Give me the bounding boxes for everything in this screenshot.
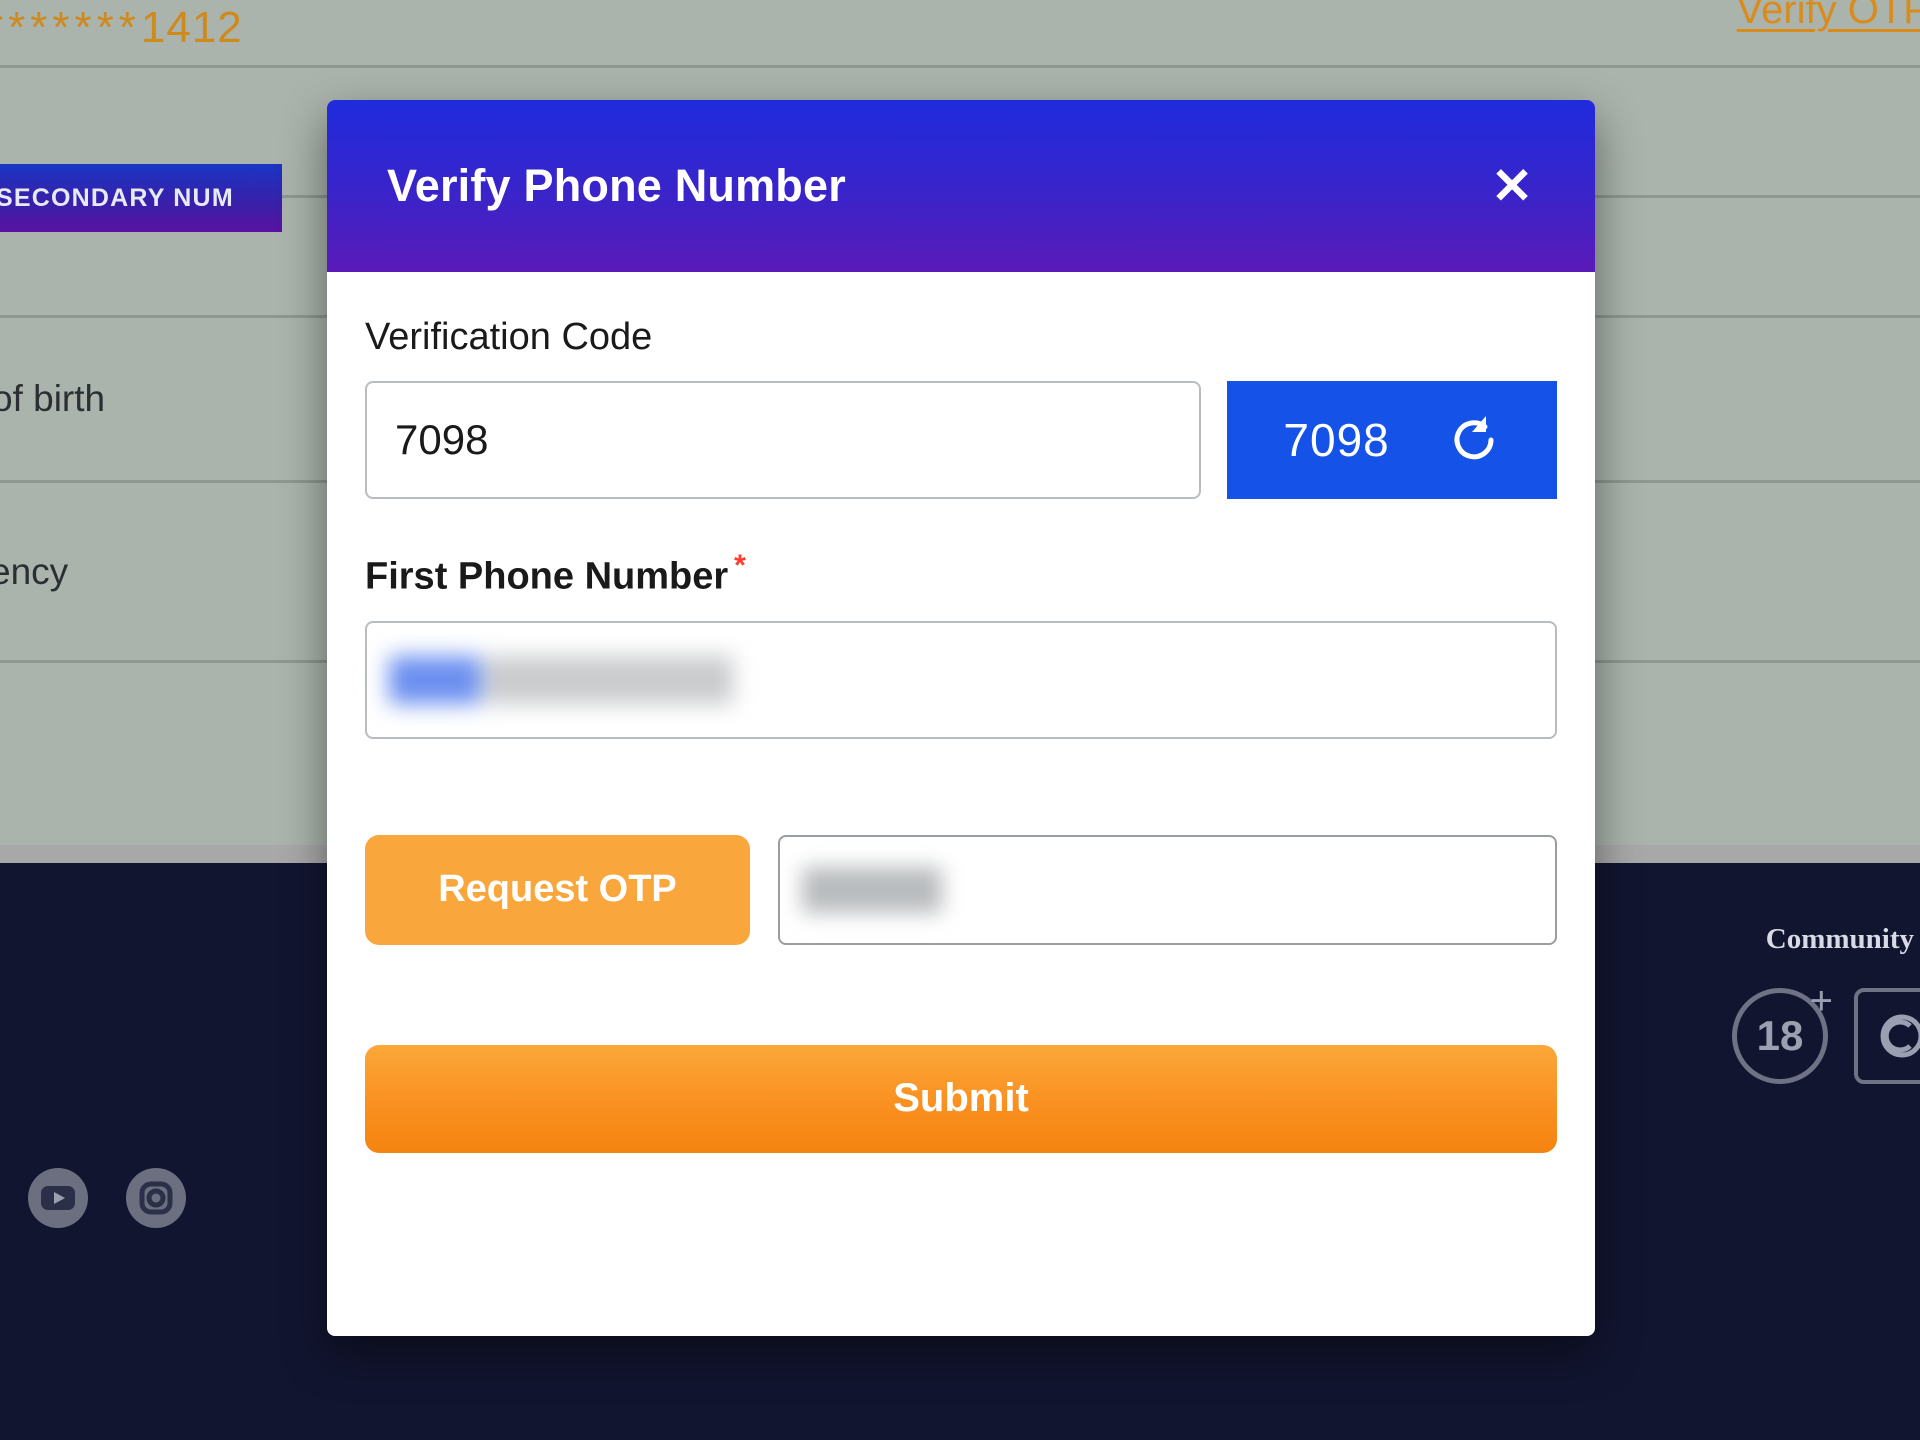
- verify-phone-number-modal: Verify Phone Number ✕ Verification Code …: [327, 100, 1595, 1336]
- close-icon[interactable]: ✕: [1491, 161, 1533, 211]
- certification-icon: [1854, 988, 1920, 1084]
- redacted-country-code: [389, 655, 481, 704]
- modal-title: Verify Phone Number: [387, 160, 846, 211]
- captcha-value: 7098: [1283, 414, 1390, 466]
- table-cell-label: l: [0, 236, 2, 278]
- social-links: [28, 1168, 186, 1228]
- captcha-image[interactable]: 7098: [1227, 381, 1557, 499]
- first-phone-number-input[interactable]: [365, 620, 1557, 739]
- age-rating-badges: 18 +: [1732, 979, 1920, 1084]
- verification-code-input[interactable]: [365, 381, 1201, 499]
- table-row: *******1412 Verify OTP: [0, 0, 1920, 68]
- youtube-icon[interactable]: [28, 1168, 88, 1228]
- first-phone-number-label: First Phone Number *: [365, 549, 1557, 599]
- modal-header: Verify Phone Number ✕: [327, 100, 1595, 272]
- required-marker: *: [734, 549, 746, 582]
- otp-request-row: Request OTP: [365, 834, 1557, 945]
- redacted-phone-value: [389, 655, 733, 704]
- verify-otp-link[interactable]: Verify OTP: [1737, 0, 1920, 33]
- verification-code-row: 7098: [365, 381, 1557, 499]
- age-18-plus-icon: 18 +: [1732, 979, 1833, 1084]
- age-18-value: 18: [1756, 1012, 1804, 1059]
- first-phone-number-label-text: First Phone Number: [365, 555, 729, 598]
- table-cell-label: of birth: [0, 378, 106, 419]
- masked-phone-stars: *******: [0, 2, 141, 52]
- request-otp-button[interactable]: Request OTP: [365, 834, 750, 945]
- otp-code-input[interactable]: [778, 834, 1557, 945]
- redacted-otp-value: [802, 866, 942, 913]
- masked-phone-digits: 1412: [140, 2, 243, 52]
- refresh-icon[interactable]: [1447, 413, 1501, 467]
- verification-code-label: Verification Code: [365, 316, 653, 358]
- instagram-icon[interactable]: [126, 1168, 186, 1228]
- masked-phone-number: *******1412: [0, 3, 243, 53]
- age-plus-sign: +: [1809, 979, 1833, 1023]
- redacted-phone-digits: [485, 655, 733, 704]
- community-label: Community: [1765, 923, 1914, 955]
- table-cell-label: ency: [0, 550, 69, 592]
- submit-button[interactable]: Submit: [365, 1044, 1557, 1153]
- modal-body: Verification Code 7098 First Phone Numbe…: [327, 272, 1595, 1336]
